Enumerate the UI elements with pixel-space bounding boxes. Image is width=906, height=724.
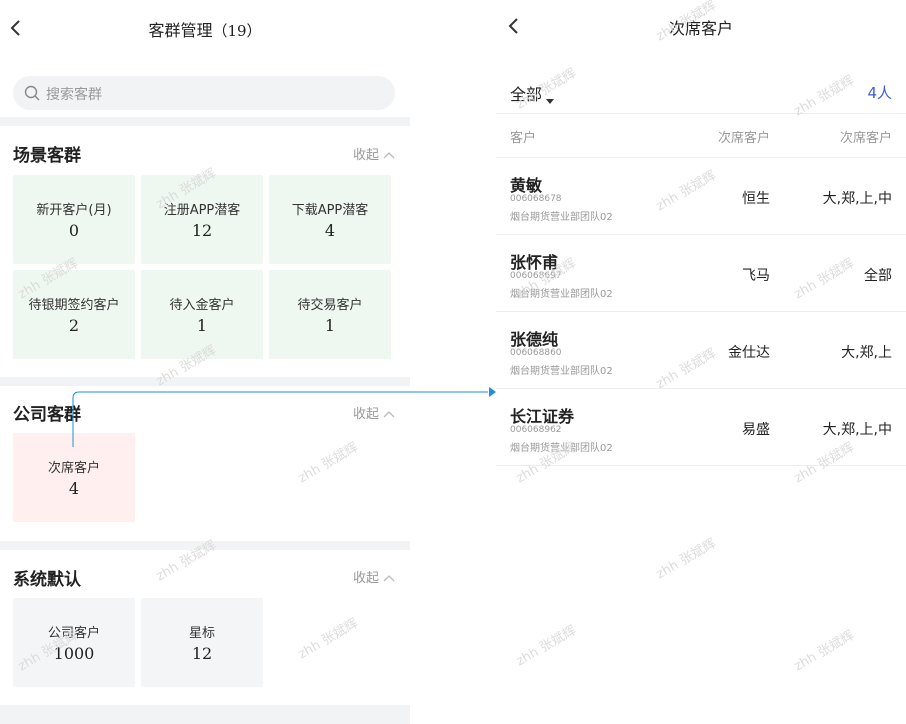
seat-exchanges: 大,郑,上 xyxy=(841,345,892,361)
section-title-scene: 场景客群 xyxy=(13,146,81,166)
customer-name: 黄敏 xyxy=(510,176,543,195)
group-tile-new-customers[interactable]: 新开客户(月) 0 xyxy=(13,175,135,264)
tile-count: 4 xyxy=(324,221,336,240)
customer-code: 006068860 xyxy=(510,348,562,358)
collapse-button-scene[interactable]: 收起 xyxy=(353,144,396,163)
collapse-button-system[interactable]: 收起 xyxy=(353,567,396,586)
section-title-company: 公司客群 xyxy=(13,405,81,425)
tile-count: 1 xyxy=(324,316,336,335)
customer-team: 烟台期货营业部团队02 xyxy=(510,366,613,377)
tile-label: 次席客户 xyxy=(47,461,100,476)
tile-label: 待入金客户 xyxy=(169,298,235,313)
customer-team: 烟台期货营业部团队02 xyxy=(510,212,613,223)
search-input[interactable]: 搜索客群 xyxy=(13,76,395,110)
seat-system: 金仕达 xyxy=(728,345,770,361)
collapse-label: 收起 xyxy=(352,148,379,163)
group-tile-pending-trade[interactable]: 待交易客户 1 xyxy=(269,270,391,359)
tile-label: 星标 xyxy=(188,626,215,641)
tile-count: 0 xyxy=(68,221,80,240)
seat-exchanges: 全部 xyxy=(864,268,892,284)
customer-name: 张德纯 xyxy=(510,330,559,349)
page-title: 客群管理（19） xyxy=(0,17,410,41)
column-header-customer: 客户 xyxy=(510,131,537,146)
group-tile-downloaded-app[interactable]: 下载APP潜客 4 xyxy=(269,175,391,264)
column-header-seat-2: 次席客户 xyxy=(839,131,892,146)
group-tile-secondary-seat[interactable]: 次席客户 4 xyxy=(13,433,135,522)
tile-count: 12 xyxy=(191,644,213,663)
chevron-up-icon xyxy=(382,408,396,418)
customer-code: 006068962 xyxy=(510,425,562,435)
seat-system: 恒生 xyxy=(742,191,770,207)
chevron-up-icon xyxy=(382,572,396,582)
group-tile-starred[interactable]: 星标 12 xyxy=(141,598,263,687)
divider xyxy=(0,705,410,724)
tile-count: 1 xyxy=(196,316,208,335)
page-title-count: （19） xyxy=(212,22,262,40)
chevron-up-icon xyxy=(382,149,396,159)
seat-exchanges: 大,郑,上,中 xyxy=(822,422,892,438)
header: 客群管理（19） xyxy=(0,0,410,56)
people-count: 4人 xyxy=(867,84,892,102)
customer-code: 006068678 xyxy=(510,194,562,204)
section-title-system: 系统默认 xyxy=(13,570,81,590)
collapse-label: 收起 xyxy=(352,407,379,422)
tile-count: 2 xyxy=(68,316,80,335)
tile-label: 下载APP潜客 xyxy=(291,203,369,218)
divider xyxy=(0,377,410,386)
customer-name: 长江证券 xyxy=(510,407,575,426)
search-placeholder: 搜索客群 xyxy=(46,87,102,103)
collapse-label: 收起 xyxy=(352,571,379,586)
column-header-seat: 次席客户 xyxy=(717,131,770,146)
tile-count: 4 xyxy=(68,479,80,498)
search-icon xyxy=(23,84,41,102)
stage: 客群管理（19） 搜索客群 场景客群 收起 新开客户(月) 0 注册APP潜客 … xyxy=(0,0,906,724)
page-title-text: 客群管理 xyxy=(148,21,213,40)
seat-system: 易盛 xyxy=(742,422,770,438)
tile-label: 新开客户(月) xyxy=(36,203,112,218)
tile-count: 12 xyxy=(191,221,213,240)
divider xyxy=(496,113,906,114)
collapse-button-company[interactable]: 收起 xyxy=(353,403,396,422)
tile-label: 待交易客户 xyxy=(297,298,363,313)
seat-system: 飞马 xyxy=(742,268,770,284)
seat-exchanges: 大,郑,上,中 xyxy=(822,191,892,207)
divider xyxy=(0,117,410,126)
